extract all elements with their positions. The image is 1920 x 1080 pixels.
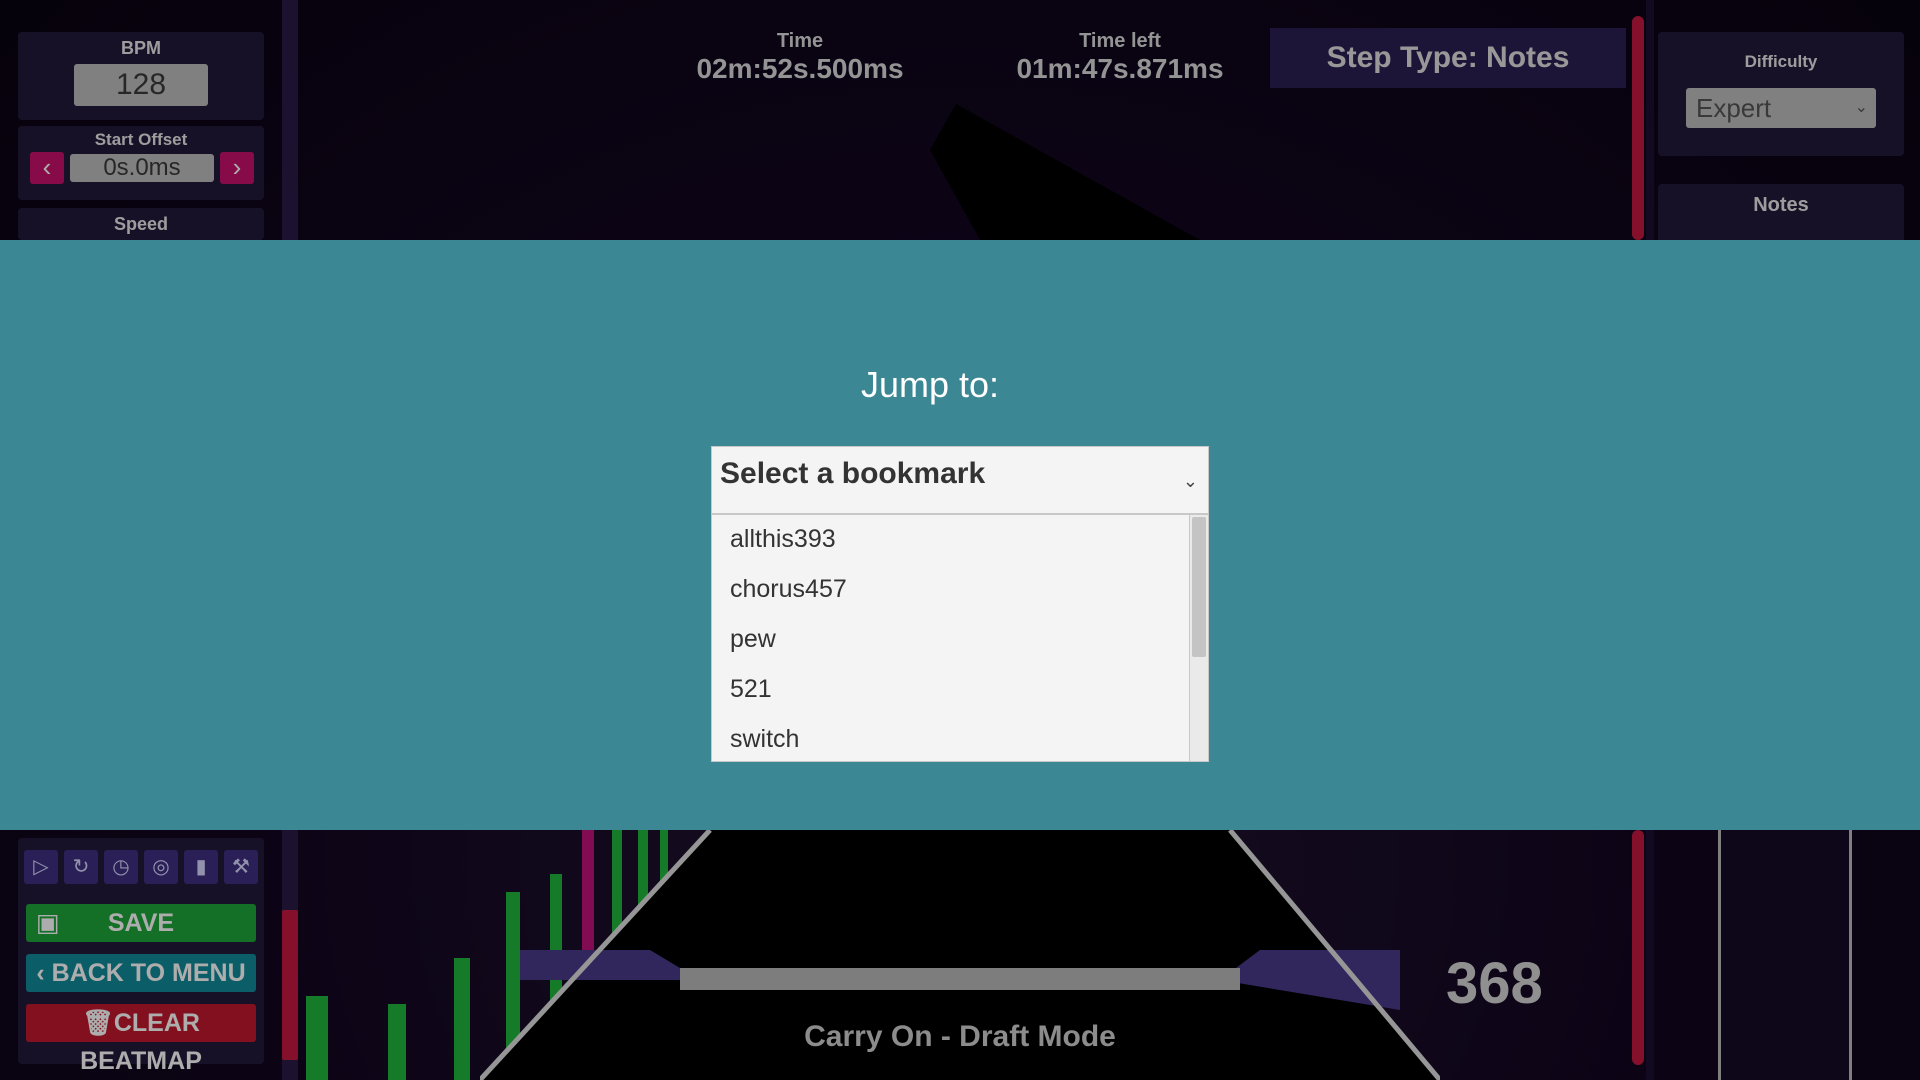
dropdown-scrollbar[interactable] bbox=[1189, 515, 1208, 761]
bookmark-option[interactable]: chorus457 bbox=[730, 575, 847, 604]
bookmark-option[interactable]: pew bbox=[730, 625, 776, 654]
bookmark-option[interactable]: allthis393 bbox=[730, 525, 836, 554]
bookmark-dropdown-list: allthis393 chorus457 pew 521 switch bbox=[711, 514, 1209, 762]
modal-title: Jump to: bbox=[860, 364, 1000, 405]
chevron-down-icon: ⌄ bbox=[1182, 471, 1198, 491]
bookmark-option[interactable]: switch bbox=[730, 725, 799, 754]
bookmark-option[interactable]: 521 bbox=[730, 675, 772, 704]
select-placeholder: Select a bookmark bbox=[720, 457, 986, 490]
bookmark-select[interactable]: Select a bookmark ⌄ bbox=[711, 446, 1209, 514]
scrollbar-thumb[interactable] bbox=[1192, 517, 1206, 657]
